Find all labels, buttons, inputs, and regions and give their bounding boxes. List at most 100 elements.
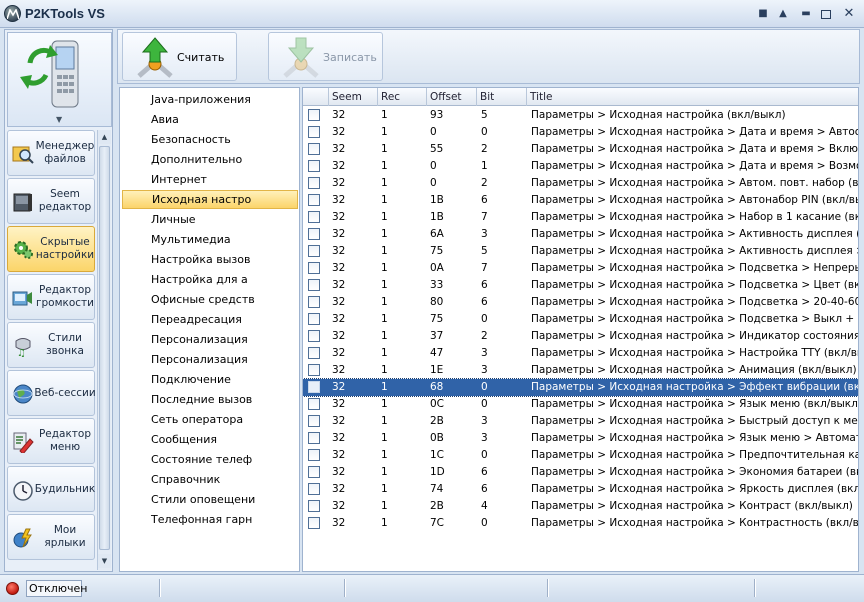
table-row[interactable]: 32 1 75 0 Параметры > Исходная настройка > П… — [303, 311, 858, 328]
category-item[interactable]: Переадресация — [122, 310, 298, 329]
scroll-up-icon[interactable]: ▲ — [98, 130, 111, 144]
table-row[interactable]: 32 1 80 6 Параметры > Исходная настройка > П… — [303, 294, 858, 311]
column-header-bit[interactable]: Bit — [476, 88, 526, 106]
nav-item-my-shortcuts[interactable]: Мои ярлыки — [7, 514, 95, 560]
category-item[interactable]: Последние вызов — [122, 390, 298, 409]
collapse-icon[interactable]: ▲ — [776, 7, 790, 21]
category-item[interactable]: Настройка вызов — [122, 250, 298, 269]
row-checkbox[interactable] — [308, 211, 320, 223]
nav-item-hidden-settings[interactable]: Скрытые настройки — [7, 226, 95, 272]
tray-icon[interactable]: ■ — [756, 7, 770, 21]
row-checkbox[interactable] — [308, 381, 320, 393]
nav-scrollbar[interactable]: ▲ ▼ — [97, 130, 111, 570]
row-checkbox[interactable] — [308, 228, 320, 240]
category-item[interactable]: Подключение — [122, 370, 298, 389]
column-header-title[interactable]: Title — [526, 88, 858, 106]
row-checkbox[interactable] — [308, 279, 320, 291]
nav-item-web-sessions[interactable]: Веб-сессии — [7, 370, 96, 416]
chevron-down-icon[interactable]: ▼ — [56, 115, 62, 124]
table-row[interactable]: 32 1 68 0 Параметры > Исходная настройка > Э… — [303, 378, 858, 397]
category-list[interactable]: Java-приложения Авиа Безопасность Дополните… — [119, 87, 300, 572]
nav-item-menu-editor[interactable]: Редактор меню — [7, 418, 95, 464]
checkbox-column-header[interactable] — [303, 88, 328, 106]
row-checkbox[interactable] — [308, 177, 320, 189]
row-checkbox[interactable] — [308, 245, 320, 257]
table-row[interactable]: 32 1 1B 7 Параметры > Исходная настройка > Н… — [303, 209, 858, 226]
settings-table[interactable]: Seem Rec Offset Bit Title 32 1 93 5 Параметр… — [302, 87, 859, 572]
table-row[interactable]: 32 1 37 2 Параметры > Исходная настройка > И… — [303, 328, 858, 345]
row-checkbox[interactable] — [308, 194, 320, 206]
category-item[interactable]: Настройка для а — [122, 270, 298, 289]
phone-profile-tile[interactable]: ▼ — [7, 32, 112, 127]
category-item[interactable]: Состояние телеф — [122, 450, 298, 469]
row-checkbox[interactable] — [308, 415, 320, 427]
row-checkbox[interactable] — [308, 262, 320, 274]
maximize-button[interactable] — [821, 10, 831, 19]
category-item[interactable]: Телефонная гарн — [122, 510, 298, 529]
category-item[interactable]: Дополнительно — [122, 150, 298, 169]
column-header-seem[interactable]: Seem — [328, 88, 377, 106]
table-row[interactable]: 32 1 0 1 Параметры > Исходная настройка > Да… — [303, 158, 858, 175]
row-checkbox[interactable] — [308, 313, 320, 325]
category-item[interactable]: Безопасность — [122, 130, 298, 149]
table-row[interactable]: 32 1 1E 3 Параметры > Исходная настройка > А… — [303, 362, 858, 379]
row-checkbox[interactable] — [308, 160, 320, 172]
table-row[interactable]: 32 1 93 5 Параметры > Исходная настройка (вк… — [303, 107, 858, 124]
table-row[interactable]: 32 1 33 6 Параметры > Исходная настройка > П… — [303, 277, 858, 294]
row-checkbox[interactable] — [308, 432, 320, 444]
row-checkbox[interactable] — [308, 466, 320, 478]
row-checkbox[interactable] — [308, 500, 320, 512]
nav-item-seem-editor[interactable]: Seem редактор — [7, 178, 95, 224]
row-checkbox[interactable] — [308, 143, 320, 155]
nav-item-ringtone-styles[interactable]: ♫ Стили звонка — [7, 322, 95, 368]
scrollbar-thumb[interactable] — [99, 146, 110, 550]
table-row[interactable]: 32 1 6A 3 Параметры > Исходная настройка > А… — [303, 226, 858, 243]
table-row[interactable]: 32 1 0B 3 Параметры > Исходная настройка > Я… — [303, 430, 858, 447]
table-row[interactable]: 32 1 2B 4 Параметры > Исходная настройка > К… — [303, 498, 858, 515]
category-item[interactable]: Авиа — [122, 110, 298, 129]
table-row[interactable]: 32 1 75 5 Параметры > Исходная настройка > А… — [303, 243, 858, 260]
row-checkbox[interactable] — [308, 126, 320, 138]
row-checkbox[interactable] — [308, 449, 320, 461]
table-row[interactable]: 32 1 74 6 Параметры > Исходная настройка > Я… — [303, 481, 858, 498]
table-row[interactable]: 32 1 1B 6 Параметры > Исходная настройка > А… — [303, 192, 858, 209]
table-row[interactable]: 32 1 47 3 Параметры > Исходная настройка > Н… — [303, 345, 858, 362]
nav-item-alarm-clock[interactable]: Будильник — [7, 466, 95, 512]
table-row[interactable]: 32 1 2B 3 Параметры > Исходная настройка > Б… — [303, 413, 858, 430]
column-header-offset[interactable]: Offset — [426, 88, 476, 106]
category-item[interactable]: Исходная настро — [122, 190, 298, 209]
category-item[interactable]: Офисные средств — [122, 290, 298, 309]
read-button[interactable]: Считать — [122, 32, 237, 81]
category-item[interactable]: Персонализация — [122, 330, 298, 349]
row-checkbox[interactable] — [308, 398, 320, 410]
category-item[interactable]: Персонализация — [122, 350, 298, 369]
table-row[interactable]: 32 1 55 2 Параметры > Исходная настройка > Д… — [303, 141, 858, 158]
category-item[interactable]: Java-приложения — [122, 90, 298, 109]
table-row[interactable]: 32 1 0 2 Параметры > Исходная настройка > Ав… — [303, 175, 858, 192]
row-checkbox[interactable] — [308, 109, 320, 121]
close-button[interactable]: ✕ — [842, 7, 856, 21]
table-row[interactable]: 32 1 0 0 Параметры > Исходная настройка > Да… — [303, 124, 858, 141]
row-checkbox[interactable] — [308, 483, 320, 495]
row-checkbox[interactable] — [308, 364, 320, 376]
scroll-down-icon[interactable]: ▼ — [98, 554, 111, 568]
minimize-button[interactable]: ▬ — [799, 7, 813, 21]
write-button[interactable]: Записать — [268, 32, 383, 81]
category-item[interactable]: Сообщения — [122, 430, 298, 449]
category-item[interactable]: Личные — [122, 210, 298, 229]
category-item[interactable]: Мультимедиа — [122, 230, 298, 249]
row-checkbox[interactable] — [308, 296, 320, 308]
table-row[interactable]: 32 1 0A 7 Параметры > Исходная настройка > П… — [303, 260, 858, 277]
column-header-rec[interactable]: Rec — [377, 88, 426, 106]
nav-item-file-manager[interactable]: Менеджер файлов — [7, 130, 95, 176]
title-bar[interactable]: P2KTools VS ■ ▲ ▬ ✕ — [0, 0, 864, 28]
table-row[interactable]: 32 1 0C 0 Параметры > Исходная настройка > Я… — [303, 396, 858, 413]
nav-item-volume-editor[interactable]: Редактор громкости — [7, 274, 95, 320]
row-checkbox[interactable] — [308, 347, 320, 359]
category-item[interactable]: Интернет — [122, 170, 298, 189]
row-checkbox[interactable] — [308, 517, 320, 529]
table-row[interactable]: 32 1 7C 0 Параметры > Исходная настройка > К… — [303, 515, 858, 532]
category-item[interactable]: Стили оповещени — [122, 490, 298, 509]
category-item[interactable]: Сеть оператора — [122, 410, 298, 429]
table-row[interactable]: 32 1 1C 0 Параметры > Исходная настройка > П… — [303, 447, 858, 464]
